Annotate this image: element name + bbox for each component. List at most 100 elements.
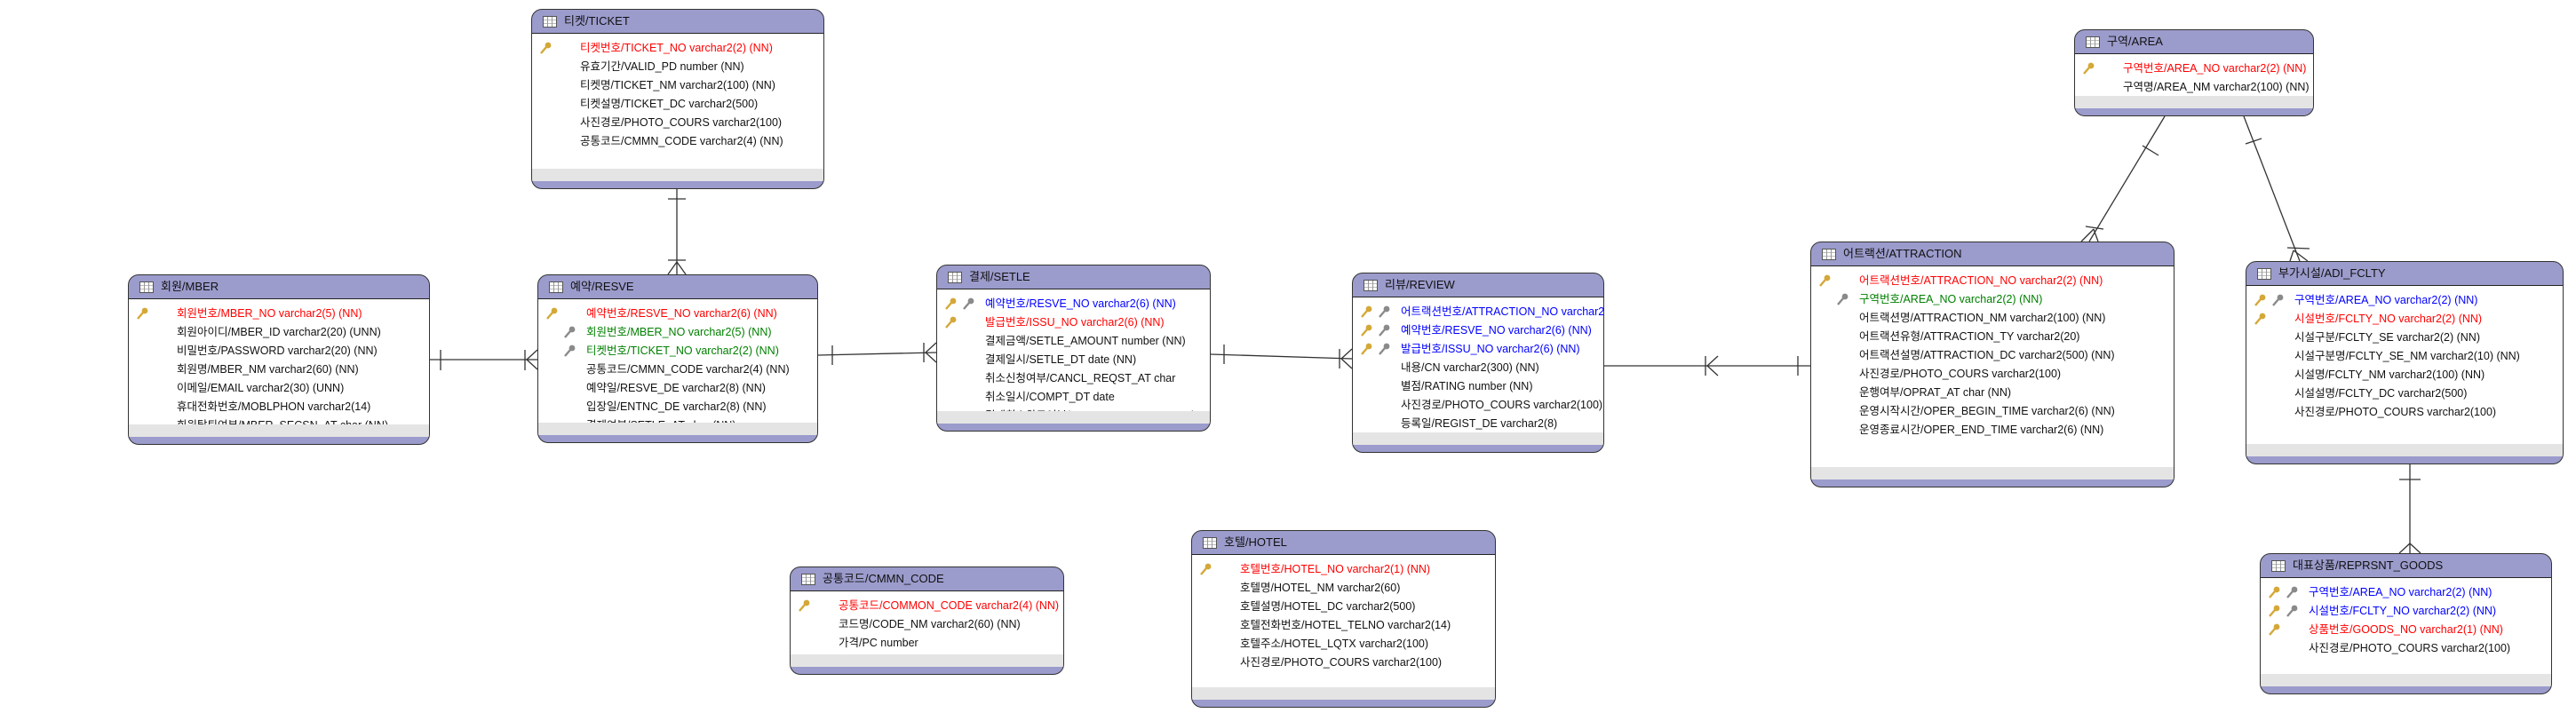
column-row[interactable]: 사진경로/PHOTO_COURS varchar2(100) (2246, 403, 2563, 422)
column-row[interactable]: 티켓번호/TICKET_NO varchar2(2) (NN) (538, 342, 817, 360)
column-row[interactable]: 코드명/CODE_NM varchar2(60) (NN) (791, 615, 1063, 634)
entity-title: 부가시설/ADI_FCLTY (2278, 266, 2386, 280)
column-row[interactable]: 등록일/REGIST_DE varchar2(8) (1353, 415, 1603, 433)
primary-key-icon (944, 316, 957, 329)
column-label: 가격/PC number (839, 637, 918, 649)
column-row[interactable]: 호텔전화번호/HOTEL_TELNO varchar2(14) (1192, 616, 1495, 635)
foreign-key-icon (2271, 294, 2284, 306)
column-row[interactable]: 구역번호/AREA_NO varchar2(2) (NN) (2246, 291, 2563, 310)
column-row[interactable]: 휴대전화번호/MOBLPHON varchar2(14) (129, 398, 429, 416)
column-row[interactable]: 어트랙션명/ATTRACTION_NM varchar2(100) (NN) (1811, 309, 2174, 328)
column-row[interactable]: 시설설명/FCLTY_DC varchar2(500) (2246, 384, 2563, 403)
column-row[interactable]: 어트랙션번호/ATTRACTION_NO varchar2(2) (NN) (1353, 303, 1603, 321)
column-row[interactable]: 결제일시/SETLE_DT date (NN) (937, 351, 1210, 369)
entity-header[interactable]: 호텔/HOTEL (1192, 531, 1495, 555)
column-row[interactable]: 입장일/ENTNC_DE varchar2(8) (NN) (538, 398, 817, 416)
column-row[interactable]: 어트랙션번호/ATTRACTION_NO varchar2(2) (NN) (1811, 272, 2174, 290)
column-row[interactable]: 시설명/FCLTY_NM varchar2(100) (NN) (2246, 366, 2563, 384)
column-row[interactable]: 어트랙션설명/ATTRACTION_DC varchar2(500) (NN) (1811, 346, 2174, 365)
column-row[interactable]: 시설번호/FCLTY_NO varchar2(2) (NN) (2261, 602, 2551, 621)
entity-title: 예약/RESVE (570, 280, 634, 293)
column-row[interactable]: 티켓설명/TICKET_DC varchar2(500) (532, 95, 823, 114)
column-row[interactable]: 회원번호/MBER_NO varchar2(5) (NN) (538, 323, 817, 342)
entity-mber[interactable]: 회원/MBER 회원번호/MBER_NO varchar2(5) (NN) 회원아이… (128, 274, 430, 445)
table-icon (549, 281, 563, 293)
column-row[interactable]: 사진경로/PHOTO_COURS varchar2(100) (2261, 639, 2551, 658)
column-label: 상품번호/GOODS_NO varchar2(1) (NN) (2309, 623, 2503, 636)
entity-header[interactable]: 공통코드/CMMN_CODE (791, 567, 1063, 591)
entity-header[interactable]: 회원/MBER (129, 275, 429, 299)
entity-setle[interactable]: 결제/SETLE 예약번호/RESVE_NO varchar2(6) (NN) 발급… (936, 265, 1211, 432)
column-row[interactable]: 시설구분/FCLTY_SE varchar2(2) (NN) (2246, 329, 2563, 347)
entity-header[interactable]: 결제/SETLE (937, 265, 1210, 289)
column-row[interactable]: 회원번호/MBER_NO varchar2(5) (NN) (129, 305, 429, 323)
column-row[interactable]: 예약일/RESVE_DE varchar2(8) (NN) (538, 379, 817, 398)
column-row[interactable]: 가격/PC number (791, 634, 1063, 653)
column-row[interactable]: 상품번호/GOODS_NO varchar2(1) (NN) (2261, 621, 2551, 639)
column-row[interactable]: 발급번호/ISSU_NO varchar2(6) (NN) (937, 313, 1210, 332)
entity-columns: 어트랙션번호/ATTRACTION_NO varchar2(2) (NN) 구역번… (1811, 266, 2174, 467)
column-row[interactable]: 어트랙션유형/ATTRACTION_TY varchar2(20) (1811, 328, 2174, 346)
column-row[interactable]: 티켓번호/TICKET_NO varchar2(2) (NN) (532, 39, 823, 58)
entity-cmmn[interactable]: 공통코드/CMMN_CODE 공통코드/COMMON_CODE varchar2(… (790, 566, 1064, 675)
column-row[interactable]: 사진경로/PHOTO_COURS varchar2(100) (532, 114, 823, 132)
entity-adi[interactable]: 부가시설/ADI_FCLTY 구역번호/AREA_NO varchar2(2) (… (2246, 261, 2564, 464)
column-row[interactable]: 사진경로/PHOTO_COURS varchar2(100) (1811, 365, 2174, 384)
column-row[interactable]: 구역명/AREA_NM varchar2(100) (NN) (2075, 78, 2313, 97)
entity-header[interactable]: 부가시설/ADI_FCLTY (2246, 262, 2563, 286)
column-row[interactable]: 내용/CN varchar2(300) (NN) (1353, 359, 1603, 377)
entity-header[interactable]: 예약/RESVE (538, 275, 817, 299)
column-row[interactable]: 호텔명/HOTEL_NM varchar2(60) (1192, 579, 1495, 598)
entity-area[interactable]: 구역/AREA 구역번호/AREA_NO varchar2(2) (NN) 구역명/… (2074, 29, 2314, 116)
entity-resve[interactable]: 예약/RESVE 예약번호/RESVE_NO varchar2(6) (NN) 회원… (537, 274, 818, 443)
column-row[interactable]: 예약번호/RESVE_NO varchar2(6) (NN) (937, 295, 1210, 313)
column-row[interactable]: 취소일시/COMPT_DT date (937, 388, 1210, 407)
column-label: 티켓번호/TICKET_NO varchar2(2) (NN) (586, 345, 779, 357)
column-row[interactable]: 공통코드/CMMN_CODE varchar2(4) (NN) (538, 360, 817, 379)
column-row[interactable]: 유효기간/VALID_PD number (NN) (532, 58, 823, 76)
column-label: 공통코드/COMMON_CODE varchar2(4) (NN) (839, 599, 1060, 612)
column-row[interactable]: 운영시작시간/OPER_BEGIN_TIME varchar2(6) (NN) (1811, 402, 2174, 421)
column-row[interactable]: 취소신청여부/CANCL_REQST_AT char (937, 369, 1210, 388)
column-row[interactable]: 구역번호/AREA_NO varchar2(2) (NN) (2261, 583, 2551, 602)
column-row[interactable]: 공통코드/CMMN_CODE varchar2(4) (NN) (532, 132, 823, 151)
column-row[interactable]: 결제금액/SETLE_AMOUNT number (NN) (937, 332, 1210, 351)
column-row[interactable]: 회원아이디/MBER_ID varchar2(20) (UNN) (129, 323, 429, 342)
column-row[interactable]: 운행여부/OPRAT_AT char (NN) (1811, 384, 2174, 402)
column-row[interactable]: 시설구분명/FCLTY_SE_NM varchar2(10) (NN) (2246, 347, 2563, 366)
column-row[interactable]: 구역번호/AREA_NO varchar2(2) (NN) (1811, 290, 2174, 309)
entity-ticket[interactable]: 티켓/TICKET 티켓번호/TICKET_NO varchar2(2) (NN)… (531, 9, 824, 189)
column-label: 취소신청여부/CANCL_REQST_AT char (985, 372, 1176, 384)
entity-review[interactable]: 리뷰/REVIEW 어트랙션번호/ATTRACTION_NO varchar2(2… (1352, 273, 1604, 453)
entity-title: 공통코드/CMMN_CODE (823, 572, 944, 585)
column-row[interactable]: 운영종료시간/OPER_END_TIME varchar2(6) (NN) (1811, 421, 2174, 440)
entity-goods[interactable]: 대표상품/REPRSNT_GOODS 구역번호/AREA_NO varchar2(… (2260, 553, 2552, 694)
column-label: 휴대전화번호/MOBLPHON varchar2(14) (177, 400, 371, 413)
column-row[interactable]: 이메일/EMAIL varchar2(30) (UNN) (129, 379, 429, 398)
column-row[interactable]: 예약번호/RESVE_NO varchar2(6) (NN) (538, 305, 817, 323)
column-row[interactable]: 사진경로/PHOTO_COURS varchar2(100) (1353, 396, 1603, 415)
entity-header[interactable]: 어트랙션/ATTRACTION (1811, 242, 2174, 266)
column-row[interactable]: 발급번호/ISSU_NO varchar2(6) (NN) (1353, 340, 1603, 359)
column-row[interactable]: 호텔번호/HOTEL_NO varchar2(1) (NN) (1192, 560, 1495, 579)
entity-hotel[interactable]: 호텔/HOTEL 호텔번호/HOTEL_NO varchar2(1) (NN) 호텔… (1191, 530, 1496, 708)
column-row[interactable]: 비밀번호/PASSWORD varchar2(20) (NN) (129, 342, 429, 360)
column-label: 회원명/MBER_NM varchar2(60) (NN) (177, 363, 359, 376)
column-row[interactable]: 회원명/MBER_NM varchar2(60) (NN) (129, 360, 429, 379)
column-label: 사진경로/PHOTO_COURS varchar2(100) (1401, 399, 1603, 411)
column-row[interactable]: 별점/RATING number (NN) (1353, 377, 1603, 396)
column-row[interactable]: 호텔주소/HOTEL_LQTX varchar2(100) (1192, 635, 1495, 654)
column-row[interactable]: 호텔설명/HOTEL_DC varchar2(500) (1192, 598, 1495, 616)
entity-header[interactable]: 티켓/TICKET (532, 10, 823, 34)
entity-header[interactable]: 리뷰/REVIEW (1353, 273, 1603, 297)
column-row[interactable]: 예약번호/RESVE_NO varchar2(6) (NN) (1353, 321, 1603, 340)
entity-header[interactable]: 대표상품/REPRSNT_GOODS (2261, 554, 2551, 578)
entity-header[interactable]: 구역/AREA (2075, 30, 2313, 54)
column-row[interactable]: 구역번호/AREA_NO varchar2(2) (NN) (2075, 59, 2313, 78)
column-row[interactable]: 시설번호/FCLTY_NO varchar2(2) (NN) (2246, 310, 2563, 329)
entity-attraction[interactable]: 어트랙션/ATTRACTION 어트랙션번호/ATTRACTION_NO varc… (1810, 242, 2174, 487)
column-row[interactable]: 공통코드/COMMON_CODE varchar2(4) (NN) (791, 597, 1063, 615)
column-label: 어트랙션설명/ATTRACTION_DC varchar2(500) (NN) (1859, 349, 2115, 361)
column-row[interactable]: 티켓명/TICKET_NM varchar2(100) (NN) (532, 76, 823, 95)
column-row[interactable]: 사진경로/PHOTO_COURS varchar2(100) (1192, 654, 1495, 672)
